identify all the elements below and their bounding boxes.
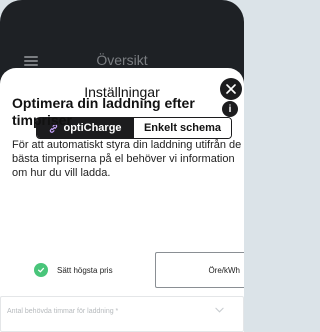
info-icon[interactable]: i [222,101,238,117]
background-page-title: Översikt [96,52,148,68]
close-button[interactable] [220,78,242,100]
max-price-label: Sätt högsta pris [57,265,113,275]
chevron-down-icon [215,307,224,313]
app-window: Översikt Inställningar optiCharge Enkelt… [0,0,244,332]
charging-hours-placeholder: Antal behövda timmar för laddning * [7,308,119,315]
section-heading: Optimera din laddning efter timpriser [12,95,195,128]
section-description: För att automatiskt styra din laddning u… [12,139,242,179]
check-icon [34,263,48,277]
max-price-input[interactable]: Öre/kWh [155,252,244,288]
price-unit-label: Öre/kWh [208,266,240,275]
close-icon [226,84,236,94]
max-price-checkbox[interactable]: Sätt högsta pris [34,263,113,277]
charging-hours-select[interactable]: Antal behövda timmar för laddning * [0,296,244,332]
